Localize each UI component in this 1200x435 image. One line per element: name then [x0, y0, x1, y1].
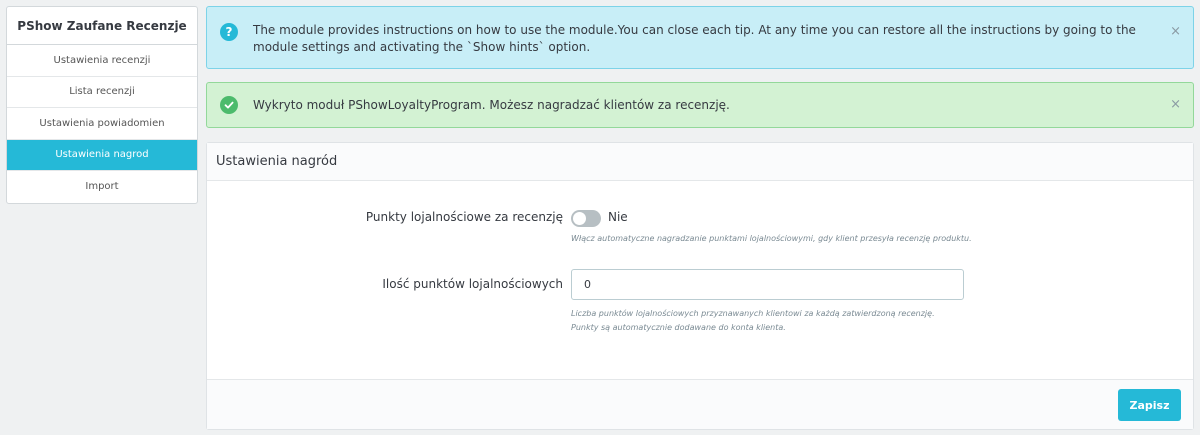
- reward-settings-panel: Ustawienia nagród Punkty lojalnościowe z…: [206, 142, 1194, 430]
- points-amount-input[interactable]: [571, 269, 964, 300]
- sidebar-nav: PShow Zaufane Recenzje Ustawienia recenz…: [6, 6, 198, 204]
- sidebar-title: PShow Zaufane Recenzje: [7, 7, 197, 45]
- success-alert: Wykryto moduł PShowLoyaltyProgram. Możes…: [206, 82, 1194, 128]
- loyalty-toggle-help: Włącz automatyczne nagradzanie punktami …: [571, 234, 972, 243]
- toggle-knob: [573, 212, 586, 225]
- check-icon: [220, 96, 238, 114]
- sidebar-item-import[interactable]: Import: [7, 171, 197, 203]
- sidebar-item-review-list[interactable]: Lista recenzji: [7, 77, 197, 108]
- question-icon: ?: [220, 23, 238, 41]
- close-icon[interactable]: ×: [1170, 97, 1181, 112]
- sidebar-item-notification-settings[interactable]: Ustawienia powiadomien: [7, 108, 197, 140]
- save-button[interactable]: Zapisz: [1118, 389, 1181, 421]
- close-icon[interactable]: ×: [1170, 24, 1181, 39]
- success-alert-text: Wykryto moduł PShowLoyaltyProgram. Możes…: [253, 98, 730, 112]
- toggle-state-text: Nie: [608, 210, 628, 224]
- sidebar-item-reward-settings[interactable]: Ustawienia nagrod: [7, 139, 197, 171]
- info-alert: ? The module provides instructions on ho…: [206, 6, 1194, 69]
- points-amount-help-1: Liczba punktów lojalnościowych przyznawa…: [571, 309, 935, 318]
- points-amount-help-2: Punkty są automatycznie dodawane do kont…: [571, 323, 786, 332]
- sidebar-item-review-settings[interactable]: Ustawienia recenzji: [7, 45, 197, 77]
- panel-title: Ustawienia nagród: [207, 143, 1193, 181]
- info-alert-text: The module provides instructions on how …: [253, 23, 1136, 54]
- points-amount-label: Ilość punktów lojalnościowych: [382, 277, 563, 291]
- loyalty-points-toggle[interactable]: [571, 210, 601, 227]
- panel-footer: Zapisz: [207, 379, 1193, 429]
- loyalty-toggle-label: Punkty lojalnościowe za recenzję: [365, 210, 563, 224]
